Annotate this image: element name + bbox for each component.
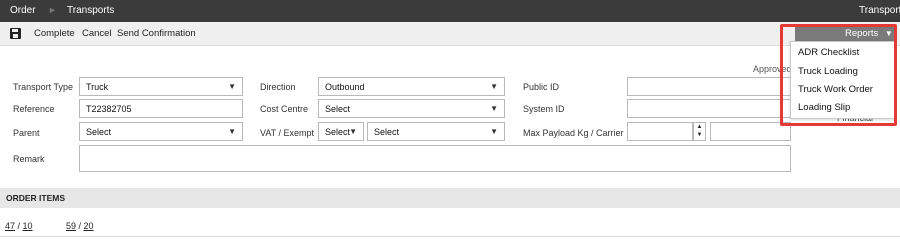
breadcrumb-separator-icon: ► [48, 5, 57, 15]
reference-input[interactable]: T22382705 [79, 99, 243, 118]
complete-button[interactable]: Complete [34, 28, 75, 39]
transport-type-value: Truck [86, 82, 109, 92]
max-payload-label: Max Payload Kg / Carrier [523, 128, 624, 138]
menu-item-loading-slip[interactable]: Loading Slip [798, 102, 850, 113]
direction-label: Direction [260, 82, 296, 92]
vat-select[interactable]: Select [318, 122, 364, 141]
vat-value: Select [325, 127, 351, 137]
parent-label: Parent [13, 128, 40, 138]
pager-1-current-link[interactable]: 47 [5, 221, 15, 231]
stepper-up-icon[interactable]: ▲ [694, 123, 705, 131]
pager-2-current-link[interactable]: 59 [66, 221, 76, 231]
save-icon[interactable] [10, 28, 21, 39]
order-items-pager-2: 59 / 20 [66, 221, 94, 231]
reports-button-label: Reports [845, 28, 879, 39]
reports-dropdown-menu: ADR Checklist Truck Loading Truck Work O… [790, 41, 895, 119]
stepper-down-icon[interactable]: ▼ [694, 131, 705, 139]
transport-type-label: Transport Type [13, 82, 74, 92]
cost-centre-value: Select [325, 104, 351, 114]
direction-value: Outbound [325, 82, 365, 92]
order-items-header: ORDER ITEMS [0, 188, 900, 208]
approved-label: Approved [753, 64, 792, 74]
cancel-button[interactable]: Cancel [82, 28, 112, 39]
chevron-down-icon: ▼ [884, 29, 893, 38]
public-id-input[interactable] [627, 77, 791, 96]
reports-button[interactable]: Reports ▼ [795, 27, 895, 41]
parent-select[interactable]: Select [79, 122, 243, 141]
pager-2-total-link[interactable]: 20 [84, 221, 94, 231]
public-id-label: Public ID [523, 82, 560, 92]
action-toolbar: Complete Cancel Send Confirmation [0, 22, 900, 46]
exempt-select[interactable]: Select [367, 122, 505, 141]
pager-1-total-link[interactable]: 10 [23, 221, 33, 231]
payload-stepper[interactable]: ▲ ▼ [693, 122, 706, 141]
breadcrumb-order[interactable]: Order [10, 5, 36, 16]
max-payload-input[interactable] [627, 122, 693, 141]
remark-textarea[interactable] [79, 145, 791, 172]
bottom-divider [0, 236, 900, 237]
breadcrumb-transports[interactable]: Transports [67, 5, 114, 16]
menu-item-truck-loading[interactable]: Truck Loading [798, 66, 858, 77]
carrier-input[interactable] [710, 122, 791, 141]
exempt-value: Select [374, 127, 400, 137]
top-navigation-bar: Order ► Transports Transport [0, 0, 900, 22]
transport-type-select[interactable]: Truck [79, 77, 243, 96]
menu-item-adr-checklist[interactable]: ADR Checklist [798, 47, 859, 58]
parent-value: Select [86, 127, 112, 137]
page-title: Transport [859, 5, 900, 16]
vat-exempt-label: VAT / Exempt [260, 128, 315, 138]
cost-centre-label: Cost Centre [260, 104, 309, 114]
reference-label: Reference [13, 104, 55, 114]
system-id-label: System ID [523, 104, 565, 114]
remark-label: Remark [13, 154, 45, 164]
direction-select[interactable]: Outbound [318, 77, 505, 96]
system-id-input[interactable] [627, 99, 791, 118]
order-items-pager-1: 47 / 10 [5, 221, 33, 231]
send-confirmation-button[interactable]: Send Confirmation [117, 28, 196, 39]
menu-item-truck-work-order[interactable]: Truck Work Order [798, 84, 873, 95]
cost-centre-select[interactable]: Select [318, 99, 505, 118]
reference-value: T22382705 [86, 104, 132, 114]
